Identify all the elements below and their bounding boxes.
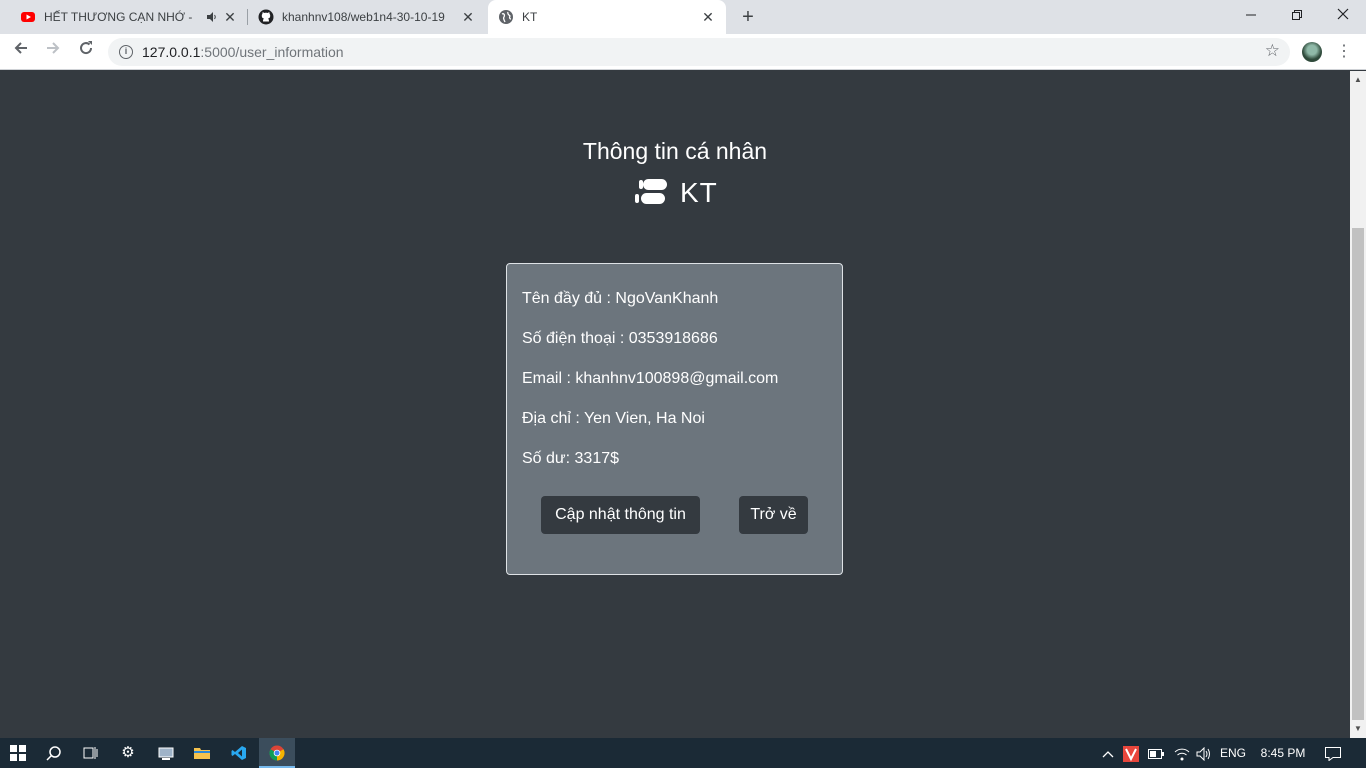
tab-github[interactable]: khanhnv108/web1n4-30-10-19 ✕ [250, 0, 486, 34]
tab-youtube[interactable]: HẾT THƯƠNG CẠN NHỚ - Đ ✕ [12, 0, 248, 34]
phone-text: Số điện thoại : 0353918686 [522, 330, 718, 347]
vscode-icon[interactable] [221, 738, 257, 768]
balance-text: Số dư: 3317$ [522, 450, 620, 467]
new-tab-button[interactable]: + [736, 6, 760, 28]
shoe-prints-icon [635, 179, 667, 204]
tab-kt-active[interactable]: KT ✕ [488, 0, 726, 34]
scroll-down-icon[interactable]: ▼ [1350, 722, 1366, 736]
tab-title: khanhnv108/web1n4-30-10-19 [282, 10, 445, 24]
task-view-icon[interactable] [72, 738, 108, 768]
back-arrow-icon[interactable] [9, 40, 33, 64]
bookmark-star-icon[interactable]: ☆ [1265, 41, 1280, 61]
page-title: Thông tin cá nhân [582, 138, 768, 164]
tab-close-icon[interactable]: ✕ [460, 9, 476, 25]
user-info-card: Tên đầy đủ : NgoVanKhanh Số điện thoại :… [506, 263, 843, 575]
tab-close-icon[interactable]: ✕ [222, 9, 238, 25]
menu-kebab-icon[interactable]: ⋮ [1336, 40, 1352, 64]
tab-title: KT [522, 10, 538, 24]
globe-icon [499, 10, 513, 24]
page-scrollbar[interactable]: ▲ ▼ [1350, 71, 1366, 738]
brand-logo[interactable]: KT [634, 176, 718, 210]
browser-tabstrip: HẾT THƯƠNG CẠN NHỚ - Đ ✕ khanhnv108/web1… [0, 0, 1366, 34]
scroll-thumb[interactable] [1352, 228, 1364, 720]
wifi-icon[interactable] [1172, 738, 1192, 768]
youtube-icon [21, 12, 35, 22]
tab-separator [247, 9, 248, 25]
github-icon [258, 9, 274, 25]
update-info-button[interactable]: Cập nhật thông tin [541, 496, 700, 534]
settings-gear-icon[interactable]: ⚙ [110, 738, 146, 768]
url-path: :5000/user_information [200, 44, 344, 60]
browser-toolbar: i 127.0.0.1:5000/user_information ☆ ⋮ [0, 34, 1366, 70]
reload-icon[interactable] [74, 40, 98, 64]
scroll-up-icon[interactable]: ▲ [1350, 73, 1366, 87]
address-bar[interactable]: i 127.0.0.1:5000/user_information ☆ [108, 38, 1290, 66]
restore-icon[interactable] [1274, 0, 1320, 34]
clock-time[interactable]: 8:45 PM [1254, 738, 1312, 768]
speaker-icon[interactable] [206, 11, 218, 23]
notifications-icon[interactable] [1320, 738, 1346, 768]
tab-close-icon[interactable]: ✕ [700, 9, 716, 25]
computer-icon[interactable] [148, 738, 184, 768]
url-host: 127.0.0.1 [142, 44, 201, 60]
site-info-icon[interactable]: i [119, 45, 133, 59]
brand-name: KT [680, 177, 718, 208]
profile-avatar[interactable] [1302, 42, 1322, 62]
chevron-up-icon[interactable] [1098, 738, 1118, 768]
vivaldi-tray-icon[interactable] [1122, 738, 1140, 768]
windows-taskbar: ⚙ ENG 8:45 PM [0, 738, 1366, 768]
chrome-icon[interactable] [259, 738, 295, 768]
tab-title: HẾT THƯƠNG CẠN NHỚ - Đ [44, 10, 194, 24]
battery-icon[interactable] [1146, 738, 1166, 768]
file-explorer-icon[interactable] [184, 738, 220, 768]
page-viewport: Thông tin cá nhân KT Tên đầy đủ : NgoVan… [0, 71, 1350, 738]
email-text: Email : khanhnv100898@gmail.com [522, 370, 779, 387]
forward-arrow-icon[interactable] [41, 40, 65, 64]
language-indicator[interactable]: ENG [1216, 738, 1250, 768]
windows-start-icon[interactable] [0, 738, 36, 768]
back-button[interactable]: Trở về [739, 496, 808, 534]
search-icon[interactable] [36, 738, 72, 768]
minimize-icon[interactable] [1228, 0, 1274, 34]
close-window-icon[interactable] [1320, 0, 1366, 34]
url-text[interactable]: 127.0.0.1:5000/user_information [142, 44, 344, 60]
address-text: Địa chỉ : Yen Vien, Ha Noi [522, 410, 705, 427]
fullname-text: Tên đầy đủ : NgoVanKhanh [522, 290, 719, 307]
volume-icon[interactable] [1194, 738, 1214, 768]
